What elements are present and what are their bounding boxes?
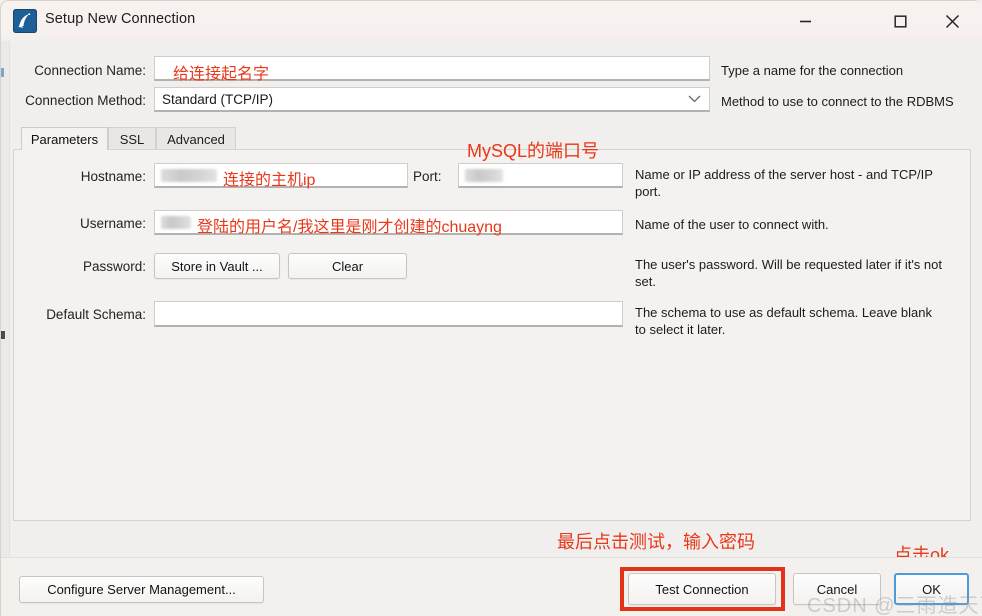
- store-in-vault-button[interactable]: Store in Vault ...: [154, 253, 280, 279]
- title-bar: Setup New Connection: [1, 1, 982, 41]
- anno-hostname: 连接的主机ip: [223, 172, 316, 189]
- tab-parameters[interactable]: Parameters: [21, 127, 108, 150]
- password-label: Password:: [82, 259, 146, 274]
- dialog-window: Setup New Connection Connection Name: 给连…: [0, 0, 982, 616]
- connection-method-label: Connection Method:: [25, 93, 146, 108]
- anno-test: 最后点击测试，输入密码: [557, 532, 755, 552]
- connection-name-label: Connection Name:: [34, 63, 146, 78]
- anno-username: 登陆的用户名/我这里是刚才创建的chuayng: [197, 219, 502, 236]
- screenshot-root: Setup New Connection Connection Name: 给连…: [0, 0, 982, 616]
- mysql-workbench-icon: [13, 9, 37, 33]
- default-schema-label: Default Schema:: [46, 307, 146, 322]
- port-input[interactable]: [458, 163, 623, 188]
- tab-ssl[interactable]: SSL: [108, 127, 156, 150]
- port-redacted-value: [465, 168, 503, 182]
- username-label: Username:: [79, 216, 146, 231]
- hostname-label: Hostname:: [80, 169, 146, 184]
- csdn-watermark: CSDN @三雨造天下: [807, 595, 982, 616]
- left-strip-blue-mark: [1, 68, 4, 77]
- connection-method-select[interactable]: Standard (TCP/IP): [154, 87, 710, 112]
- minimize-icon[interactable]: [782, 1, 829, 41]
- default-schema-input[interactable]: [154, 301, 623, 327]
- chevron-down-icon: [688, 92, 701, 107]
- password-hint: The user's password. Will be requested l…: [635, 257, 942, 289]
- left-strip-dark-mark: [1, 331, 5, 339]
- test-connection-highlight: [620, 567, 785, 611]
- window-title: Setup New Connection: [45, 11, 196, 27]
- clear-password-button[interactable]: Clear: [288, 253, 407, 279]
- hostname-redacted-value: [161, 168, 217, 182]
- tab-advanced[interactable]: Advanced: [156, 127, 236, 150]
- connection-name-hint: Type a name for the connection: [721, 63, 904, 78]
- connection-method-hint: Method to use to connect to the RDBMS: [721, 94, 954, 109]
- connection-method-value: Standard (TCP/IP): [162, 91, 274, 107]
- maximize-icon[interactable]: [877, 1, 924, 41]
- configure-server-management-button[interactable]: Configure Server Management...: [19, 576, 264, 603]
- anno-connection-name: 给连接起名字: [173, 66, 270, 83]
- hostname-hint: Name or IP address of the server host - …: [635, 167, 933, 199]
- username-redacted-value: [161, 215, 191, 229]
- default-schema-hint: The schema to use as default schema. Lea…: [635, 305, 933, 337]
- close-icon[interactable]: [929, 1, 976, 41]
- username-hint: Name of the user to connect with.: [635, 217, 829, 232]
- dialog-content: Connection Name: 给连接起名字 Type a name for …: [1, 41, 982, 565]
- panel-left-edge: [9, 41, 10, 557]
- anno-mysql-port: MySQL的端口号: [467, 141, 600, 161]
- port-label: Port:: [413, 169, 442, 184]
